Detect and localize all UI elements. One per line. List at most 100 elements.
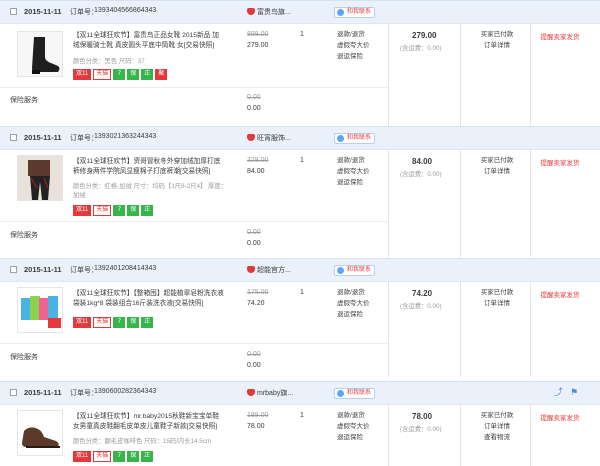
shop-link[interactable]: mrbaby旗... [247, 388, 293, 398]
shop-name: 富贵鸟旗... [257, 9, 291, 16]
order-card: 2015-11-11 订单号： 1393021363244343 旺宵服饰...… [0, 126, 600, 257]
tag-7day: 7 [113, 69, 126, 80]
price-report-link[interactable]: 虚假夸大价 [337, 166, 387, 177]
product-image[interactable] [17, 31, 63, 77]
tag-double11: 双11 [73, 451, 92, 462]
original-price: 898.00 [247, 31, 269, 38]
service-tags: 双11 天猫 7 保正 [73, 451, 155, 462]
refund-link[interactable]: 退款/退货 [337, 29, 387, 40]
shop-link[interactable]: 富贵鸟旗... [247, 7, 291, 17]
shop-link[interactable]: 旺宵服饰... [247, 133, 291, 143]
remind-ship-link[interactable]: 提醒卖家发货 [530, 31, 590, 41]
share-icon[interactable]: ⤴ [554, 387, 564, 397]
order-card: 2015-11-11 订单号： 1390600282364343 mrbaby旗… [0, 381, 600, 466]
tag-tmall: 天猫 [93, 317, 112, 328]
order-number: 1392401208414343 [94, 265, 157, 272]
flag-icon[interactable]: ⚑ [570, 387, 580, 397]
return-insurance-link[interactable]: 退运保险 [337, 309, 387, 320]
contact-seller-button[interactable]: 和我联系 [334, 7, 376, 18]
order-checkbox[interactable] [10, 266, 17, 273]
remind-ship-link[interactable]: 提醒卖家发货 [530, 289, 590, 299]
status-text: 买家已付款 [480, 31, 514, 38]
product-image[interactable] [17, 155, 63, 201]
unit-price: 74.20 [247, 300, 265, 307]
shop-icon [247, 389, 255, 396]
product-attributes: 颜色分类：黑色 尺码：37 [73, 58, 145, 65]
leggings-icon [18, 156, 62, 200]
insurance-price: 0.00 [247, 240, 261, 247]
product-image[interactable] [17, 287, 63, 333]
product-title-link[interactable]: 【双11全球狂欢节】富贵鸟正品女靴 2015新品 加绒保暖骑士靴 真皮圆头平底中… [73, 31, 225, 51]
tag-tmall: 天猫 [93, 451, 112, 462]
tag-double11: 双11 [73, 205, 92, 216]
tag-double11: 双11 [73, 317, 92, 328]
insurance-original-price: 0.00 [247, 94, 261, 101]
order-status: 买家已付款 订单详情 [472, 29, 522, 51]
tag-7day: 7 [113, 205, 126, 216]
price-report-link[interactable]: 虚假夸大价 [337, 421, 387, 432]
product-title-link[interactable]: 【双11全球狂欢节】mr.baby2015秋鞋新宝宝单鞋女男童真皮鞋翻毛皮单皮儿… [73, 412, 225, 432]
return-insurance-link[interactable]: 退运保险 [337, 432, 387, 443]
order-total: 84.00 [412, 157, 433, 166]
order-detail-link[interactable]: 订单详情 [472, 421, 522, 432]
order-date: 2015-11-11 [24, 133, 62, 142]
product-attributes: 颜色分类：红格-加绒 尺寸：均码【1尺8-2尺4】 厚度：加绒 [73, 183, 227, 199]
tag-guarantee: 保 [127, 451, 140, 462]
order-detail-link[interactable]: 订单详情 [472, 40, 522, 51]
unit-price: 78.00 [247, 423, 265, 430]
remind-ship-link[interactable]: 提醒卖家发货 [530, 412, 590, 422]
shop-icon [247, 8, 255, 15]
remind-ship-link[interactable]: 提醒卖家发货 [530, 157, 590, 167]
view-logistics-link[interactable]: 查看物流 [472, 432, 522, 443]
tag-genuine: 正 [141, 205, 154, 216]
order-total: 279.00 [412, 31, 437, 40]
shop-name: 旺宵服饰... [257, 135, 291, 142]
status-text: 买家已付款 [480, 157, 514, 164]
order-detail-link[interactable]: 订单详情 [472, 298, 522, 309]
order-total: 74.20 [412, 289, 433, 298]
insurance-price: 0.00 [247, 105, 261, 112]
order-checkbox[interactable] [10, 389, 17, 396]
order-card: 2015-11-11 订单号： 1392401208414343 超能官方...… [0, 258, 600, 377]
status-text: 买家已付款 [480, 289, 514, 296]
detergent-icon [18, 288, 62, 332]
insurance-label: 保险服务 [10, 97, 38, 104]
price-report-link[interactable]: 虚假夸大价 [337, 298, 387, 309]
contact-seller-button[interactable]: 和我联系 [334, 388, 376, 399]
return-insurance-link[interactable]: 退运保险 [337, 51, 387, 62]
shipping-fee: (含运费：0.00) [400, 171, 442, 178]
tag-7day: 7 [113, 451, 126, 462]
order-number: 1390600282364343 [94, 388, 157, 395]
order-list: 2015-11-11 订单号： 1393404566864343 富贵鸟旗...… [0, 0, 600, 466]
order-detail-link[interactable]: 订单详情 [472, 166, 522, 177]
shipping-fee: (含运费：0.00) [400, 426, 442, 433]
order-date: 2015-11-11 [24, 265, 62, 274]
boot-icon [18, 32, 62, 76]
after-sale-links: 退款/退货 虚假夸大价 退运保险 [337, 287, 387, 320]
refund-link[interactable]: 退款/退货 [337, 287, 387, 298]
product-image[interactable] [17, 410, 63, 456]
contact-seller-button[interactable]: 和我联系 [334, 133, 376, 144]
price-report-link[interactable]: 虚假夸大价 [337, 40, 387, 51]
insurance-label: 保险服务 [10, 354, 38, 361]
product-title-link[interactable]: 【双11全球狂欢节】【整箱囤】超能植翠皂粉洗衣液袋装1kg*8 袋装组合16斤装… [73, 289, 225, 309]
refund-link[interactable]: 退款/退货 [337, 155, 387, 166]
tag-genuine: 正 [141, 69, 154, 80]
shipping-fee: (含运费：0.00) [400, 303, 442, 310]
return-insurance-link[interactable]: 退运保险 [337, 177, 387, 188]
product-title-link[interactable]: 【双11全球狂欢节】资哥冒秋冬外穿加绒加厚打底裤修身两件学院风显瘦棉子打底裤潮[… [73, 157, 225, 177]
order-header: 2015-11-11 订单号： 1392401208414343 超能官方...… [0, 259, 600, 282]
insurance-price: 0.00 [247, 362, 261, 369]
contact-seller-button[interactable]: 和我联系 [334, 265, 376, 276]
shipping-fee: (含运费：0.00) [400, 45, 442, 52]
shoe-icon [18, 411, 62, 455]
order-checkbox[interactable] [10, 134, 17, 141]
order-status: 买家已付款 订单详情 [472, 155, 522, 177]
shop-link[interactable]: 超能官方... [247, 265, 291, 275]
order-card: 2015-11-11 订单号： 1393404566864343 富贵鸟旗...… [0, 0, 600, 126]
refund-link[interactable]: 退款/退货 [337, 410, 387, 421]
order-status: 买家已付款 订单详情 [472, 287, 522, 309]
shop-icon [247, 134, 255, 141]
order-checkbox[interactable] [10, 8, 17, 15]
tag-genuine: 正 [141, 317, 154, 328]
